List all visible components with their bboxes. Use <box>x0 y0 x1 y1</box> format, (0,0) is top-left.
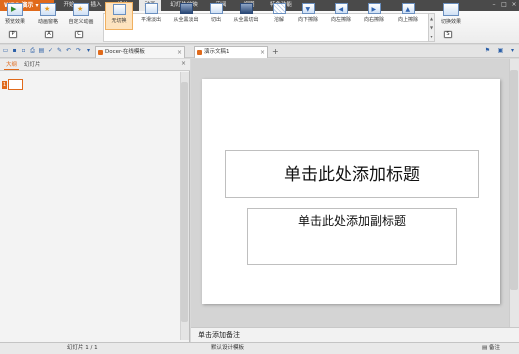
transition-effect-button[interactable]: 切换效果 <box>437 2 465 30</box>
presentation-icon <box>197 50 202 55</box>
close-icon[interactable]: × <box>177 47 182 58</box>
effect-fade-smooth[interactable]: 平滑淡出 <box>136 2 166 30</box>
notes-area[interactable]: 单击添加备注 <box>191 327 519 342</box>
add-tab-icon[interactable]: + <box>272 46 279 57</box>
print-preview-icon[interactable]: ▤ <box>38 47 45 54</box>
format-painter-icon[interactable]: ✎ <box>56 47 63 54</box>
effect-cut-black[interactable]: 从全黑切出 <box>228 2 264 30</box>
wipe-down-icon <box>301 3 315 14</box>
template-name: 默认设计模板 <box>211 345 245 351</box>
open-folder-icon[interactable]: ▭ <box>2 47 9 54</box>
close-icon[interactable]: × <box>510 1 518 9</box>
effect-wipe-down[interactable]: 向下擦除 <box>293 2 323 30</box>
right-scrollbar-thumb[interactable] <box>510 70 518 290</box>
transition-effect-icon <box>443 3 459 16</box>
effect-label: 从全黑淡出 <box>173 17 199 23</box>
document-tab-label: 演示文稿1 <box>204 49 230 55</box>
help-icon[interactable]: ⚑ <box>484 47 491 54</box>
animation-pane-label: 动画窗格 <box>37 19 58 25</box>
custom-animation-button[interactable]: 自定义动画 <box>64 2 98 30</box>
effect-wipe-right[interactable]: 向右擦除 <box>359 2 389 30</box>
close-icon[interactable]: × <box>260 47 265 58</box>
transition-effect-label: 切换效果 <box>440 19 461 25</box>
effect-wipe-left[interactable]: 向左擦除 <box>326 2 356 30</box>
close-icon[interactable]: × <box>181 60 186 67</box>
title-placeholder[interactable]: 单击此处添加标题 <box>225 150 479 198</box>
effect-label: 切出 <box>210 17 221 23</box>
animation-pane-icon <box>40 3 56 16</box>
tab-slides[interactable]: 幻灯片 <box>22 60 43 70</box>
redo-icon[interactable]: ↷ <box>75 47 82 54</box>
slide-pane <box>0 59 190 342</box>
effect-no-transition[interactable]: 无切换 <box>105 2 133 30</box>
minimize-icon[interactable]: – <box>490 1 498 9</box>
tab-document[interactable]: 演示文稿1 × <box>194 46 268 58</box>
gallery-scroll[interactable]: ▲ ▼ ▾ <box>428 13 435 42</box>
effect-cut[interactable]: 切出 <box>205 2 227 30</box>
effect-label: 向左擦除 <box>330 17 351 23</box>
effect-label: 从全黑切出 <box>233 17 259 23</box>
effect-label: 平滑淡出 <box>140 17 161 23</box>
cut-black-icon <box>239 3 253 14</box>
docer-icon <box>98 50 103 55</box>
wipe-left-icon <box>334 3 348 14</box>
fade-black-icon <box>179 3 193 14</box>
no-transition-icon <box>112 4 126 15</box>
effect-fade-black[interactable]: 从全黑淡出 <box>168 2 204 30</box>
wipe-right-icon <box>367 3 381 14</box>
slide-number: 1 <box>2 81 7 89</box>
maximize-icon[interactable]: □ <box>500 1 508 9</box>
effect-label: 向下擦除 <box>297 17 318 23</box>
wipe-up-icon <box>401 3 415 14</box>
notes-toggle-button[interactable]: ▤ 备注 <box>482 343 500 354</box>
effect-label: 向上擦除 <box>397 17 418 23</box>
spellcheck-icon[interactable]: ✓ <box>47 47 54 54</box>
save-icon[interactable]: ▪ <box>11 47 18 54</box>
effect-dissolve[interactable]: 溶解 <box>268 2 290 30</box>
settings-icon[interactable]: ▾ <box>509 47 516 54</box>
keytip-transition: S <box>444 31 452 38</box>
custom-animation-label: 自定义动画 <box>68 19 94 25</box>
dissolve-icon <box>272 3 286 14</box>
subtitle-placeholder[interactable]: 单击此处添加副标题 <box>247 208 457 265</box>
effect-label: 无切换 <box>111 18 127 24</box>
print-icon[interactable]: ⎙ <box>29 47 36 54</box>
cut-icon <box>209 3 223 14</box>
preview-icon <box>7 3 23 16</box>
preview-effect-label: 预览效果 <box>4 19 25 25</box>
effect-label: 向右擦除 <box>363 17 384 23</box>
qat-more-icon[interactable]: ▾ <box>85 47 92 54</box>
effect-label: 溶解 <box>273 17 284 23</box>
custom-animation-icon <box>73 3 89 16</box>
slide-thumbnail[interactable] <box>8 79 23 90</box>
keytip-custom-animation: C <box>75 31 83 38</box>
keytip-animation-pane: A <box>45 31 53 38</box>
tab-docer[interactable]: Docer-在线模板 × <box>95 46 185 58</box>
animation-pane-button[interactable]: 动画窗格 <box>33 2 63 30</box>
docer-tab-label: Docer-在线模板 <box>105 49 145 55</box>
slide-counter: 幻灯片 1 / 1 <box>67 345 98 351</box>
fade-smooth-icon <box>144 3 158 14</box>
undo-icon[interactable]: ↶ <box>65 47 72 54</box>
save-as-icon[interactable]: ▫ <box>20 47 27 54</box>
preview-effect-button[interactable]: 预览效果 <box>2 2 28 30</box>
notes-toggle-label: 备注 <box>488 345 500 351</box>
keytip-preview: P <box>9 31 17 38</box>
tab-outline[interactable]: 大纲 <box>4 60 20 70</box>
left-scrollbar-thumb[interactable] <box>181 82 188 322</box>
skin-icon[interactable]: ▣ <box>497 47 504 54</box>
effect-wipe-up[interactable]: 向上擦除 <box>392 2 424 30</box>
